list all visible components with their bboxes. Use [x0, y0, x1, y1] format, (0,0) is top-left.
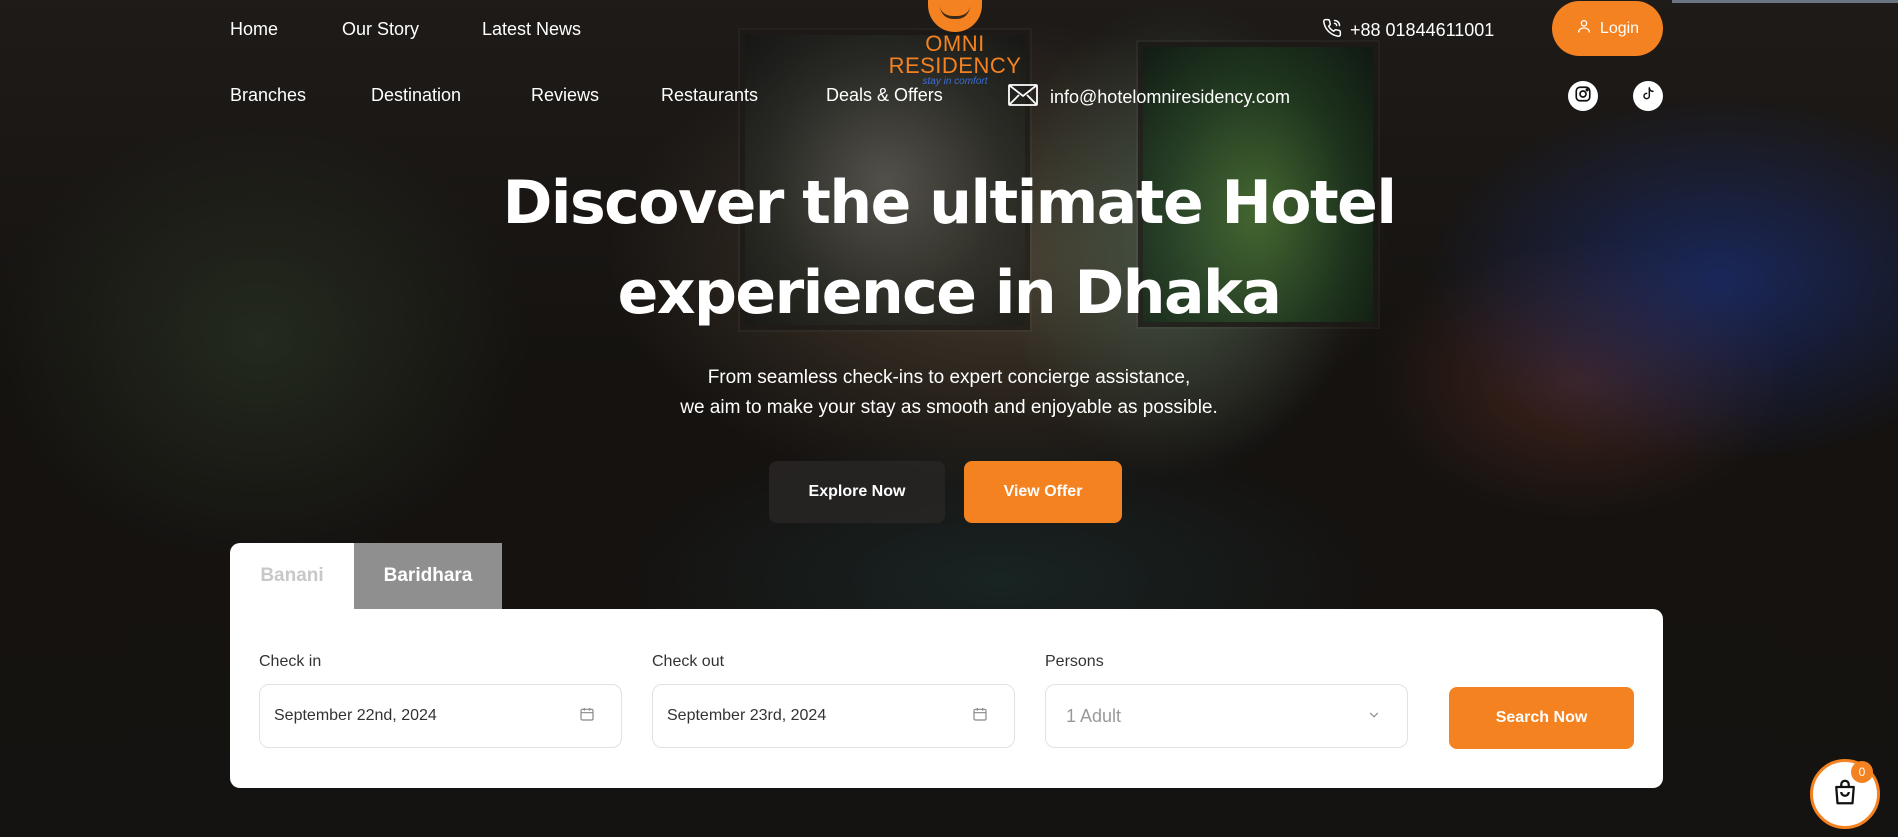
chevron-down-icon: [1367, 706, 1381, 727]
check-out-field[interactable]: September 23rd, 2024: [652, 684, 1015, 748]
tiktok-icon: [1640, 86, 1656, 107]
nav-home[interactable]: Home: [230, 19, 278, 40]
explore-now-button[interactable]: Explore Now: [769, 461, 945, 523]
tiktok-link[interactable]: [1633, 81, 1663, 111]
persons-value: 1 Adult: [1066, 705, 1122, 726]
booking-panel: Check in September 22nd, 2024 Check out …: [230, 609, 1663, 788]
hero-title-line-2: experience in Dhaka: [617, 258, 1282, 328]
nav-reviews[interactable]: Reviews: [531, 85, 599, 106]
nav-branches[interactable]: Branches: [230, 85, 306, 106]
shopping-bag-icon: [1830, 777, 1860, 812]
search-now-button[interactable]: Search Now: [1449, 687, 1634, 749]
cart-count-badge: 0: [1851, 761, 1873, 783]
phone-contact[interactable]: +88 01844611001: [1322, 18, 1494, 43]
hero-title: Discover the ultimate Hotel experience i…: [449, 158, 1449, 338]
calendar-icon: [972, 706, 988, 727]
login-button[interactable]: Login: [1552, 1, 1663, 56]
top-edge-strip: [1672, 0, 1898, 3]
persons-label: Persons: [1045, 653, 1104, 670]
instagram-link[interactable]: [1568, 81, 1598, 111]
phone-icon: [1322, 18, 1342, 43]
hero-subtitle: From seamless check-ins to expert concie…: [549, 363, 1349, 423]
user-icon: [1576, 18, 1592, 39]
hero-subtitle-line-1: From seamless check-ins to expert concie…: [707, 367, 1191, 388]
site-logo[interactable]: OMNI RESIDENCY stay in comfort: [862, 0, 1048, 87]
check-out-value: September 23rd, 2024: [667, 707, 827, 724]
phone-number: +88 01844611001: [1350, 20, 1495, 40]
nav-our-story[interactable]: Our Story: [342, 19, 419, 40]
check-in-label: Check in: [259, 653, 322, 670]
mail-icon: [1008, 84, 1038, 111]
nav-latest-news[interactable]: Latest News: [482, 19, 581, 40]
nav-deals-offers[interactable]: Deals & Offers: [826, 85, 943, 106]
check-out-label: Check out: [652, 653, 725, 670]
logo-name: OMNI RESIDENCY: [888, 31, 1022, 78]
login-label: Login: [1599, 19, 1640, 37]
nav-restaurants[interactable]: Restaurants: [661, 85, 758, 106]
hero-title-line-1: Discover the ultimate Hotel: [502, 168, 1397, 238]
tab-baridhara[interactable]: Baridhara: [354, 543, 502, 609]
persons-select[interactable]: 1 Adult: [1045, 684, 1408, 748]
view-offer-button[interactable]: View Offer: [964, 461, 1122, 523]
check-in-field[interactable]: September 22nd, 2024: [259, 684, 622, 748]
hero-subtitle-line-2: we aim to make your stay as smooth and e…: [680, 397, 1218, 418]
instagram-icon: [1574, 85, 1592, 108]
email-contact[interactable]: info@hotelomniresidency.com: [1008, 84, 1290, 111]
calendar-icon: [579, 706, 595, 727]
email-address: info@hotelomniresidency.com: [1050, 87, 1291, 107]
logo-mark-icon: [928, 0, 982, 32]
nav-destination[interactable]: Destination: [371, 85, 461, 106]
check-in-value: September 22nd, 2024: [274, 707, 437, 724]
tab-banani[interactable]: Banani: [230, 543, 354, 609]
